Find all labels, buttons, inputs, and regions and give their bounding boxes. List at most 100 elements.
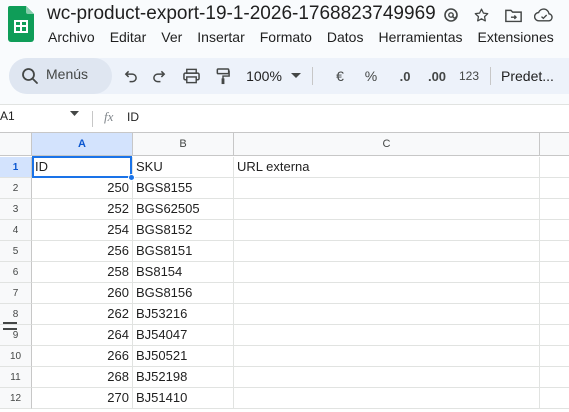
redo-icon[interactable] [148, 64, 170, 88]
cell-b[interactable]: BJ52198 [133, 367, 234, 388]
menu-insertar[interactable]: Insertar [197, 27, 244, 49]
cell-c[interactable] [234, 178, 540, 199]
sheets-window: wc-product-export-19-1-2026-176882374996… [0, 0, 569, 412]
cloud-status-icon[interactable] [533, 4, 555, 26]
row-header[interactable]: 12 [0, 388, 32, 409]
column-header-c[interactable]: C [234, 133, 540, 156]
decrease-decimals-button[interactable]: .0 [393, 64, 417, 88]
row-header[interactable]: 2 [0, 178, 32, 199]
cell-d[interactable] [540, 262, 569, 283]
cell-d[interactable] [540, 304, 569, 325]
row-header[interactable]: 5 [0, 241, 32, 262]
move-folder-icon[interactable] [502, 4, 524, 26]
cell-c[interactable] [234, 304, 540, 325]
cell-c[interactable] [234, 325, 540, 346]
cell-b[interactable]: BGS8155 [133, 178, 234, 199]
cell-b[interactable]: BGS8156 [133, 283, 234, 304]
menu-ver[interactable]: Ver [161, 27, 182, 49]
percent-format-button[interactable]: % [361, 64, 381, 88]
cell-b[interactable]: BJ54047 [133, 325, 234, 346]
increase-decimals-button[interactable]: .00 [424, 64, 450, 88]
cell-a[interactable]: ID [32, 157, 133, 178]
menu-herramientas[interactable]: Herramientas [378, 27, 462, 49]
name-box[interactable]: A1 [0, 109, 15, 123]
cell-d[interactable] [540, 367, 569, 388]
cell-d[interactable] [540, 178, 569, 199]
cell-c[interactable] [234, 199, 540, 220]
status-icon[interactable] [440, 4, 462, 26]
cell-a[interactable]: 270 [32, 388, 133, 409]
cell-a[interactable]: 264 [32, 325, 133, 346]
cell-c[interactable] [234, 346, 540, 367]
column-header-next[interactable] [540, 133, 569, 156]
star-icon[interactable] [470, 4, 492, 26]
cell-a[interactable]: 256 [32, 241, 133, 262]
name-box-dropdown-icon[interactable] [70, 111, 79, 117]
cell-c[interactable] [234, 388, 540, 409]
menu-search-label: Menús [46, 66, 89, 82]
cell-a[interactable]: 266 [32, 346, 133, 367]
document-title[interactable]: wc-product-export-19-1-2026-176882374996… [47, 3, 436, 25]
column-header-a[interactable]: A [32, 133, 133, 156]
cell-d[interactable] [540, 346, 569, 367]
cell-d[interactable] [540, 157, 569, 178]
cell-b[interactable]: BJ50521 [133, 346, 234, 367]
column-header-b[interactable]: B [133, 133, 234, 156]
search-icon [22, 68, 38, 84]
row-header[interactable]: 4 [0, 220, 32, 241]
cell-c[interactable]: URL externa [234, 157, 540, 178]
cell-d[interactable] [540, 283, 569, 304]
cell-a[interactable]: 252 [32, 199, 133, 220]
currency-format-button[interactable]: € [330, 64, 350, 88]
table-row: 11 268 BJ52198 [0, 367, 569, 388]
cell-d[interactable] [540, 220, 569, 241]
row-header[interactable]: 6 [0, 262, 32, 283]
sheets-logo-icon[interactable] [8, 6, 34, 42]
cell-d[interactable] [540, 199, 569, 220]
cell-b[interactable]: BS8154 [133, 262, 234, 283]
number-format-button[interactable]: 123 [458, 64, 480, 88]
fx-icon: fx [104, 109, 114, 124]
menu-extensiones[interactable]: Extensiones [477, 27, 553, 49]
row-header[interactable]: 7 [0, 283, 32, 304]
formula-input[interactable]: ID [127, 110, 139, 124]
cell-a[interactable]: 268 [32, 367, 133, 388]
cell-d[interactable] [540, 325, 569, 346]
zoom-value[interactable]: 100% [243, 64, 285, 88]
cell-b[interactable]: BGS8152 [133, 220, 234, 241]
cell-a[interactable]: 262 [32, 304, 133, 325]
cell-b[interactable]: BGS62505 [133, 199, 234, 220]
print-icon[interactable] [180, 64, 202, 88]
cell-a[interactable]: 254 [32, 220, 133, 241]
cell-c[interactable] [234, 262, 540, 283]
paint-format-icon[interactable] [212, 64, 234, 88]
menu-editar[interactable]: Editar [110, 27, 147, 49]
cell-c[interactable] [234, 220, 540, 241]
menu-formato[interactable]: Formato [260, 27, 312, 49]
menu-search-button[interactable]: Menús [9, 58, 112, 94]
cell-b[interactable]: SKU [133, 157, 234, 178]
cell-d[interactable] [540, 241, 569, 262]
cell-a[interactable]: 258 [32, 262, 133, 283]
menu-datos[interactable]: Datos [327, 27, 364, 49]
hidden-rows-icon[interactable] [3, 322, 17, 330]
row-header[interactable]: 1 [0, 157, 32, 178]
font-family-dropdown[interactable]: Predet... [501, 64, 567, 88]
cell-b[interactable]: BJ53216 [133, 304, 234, 325]
menu-archivo[interactable]: Archivo [48, 27, 95, 49]
row-header[interactable]: 11 [0, 367, 32, 388]
select-all-corner[interactable] [0, 133, 32, 156]
cell-a[interactable]: 260 [32, 283, 133, 304]
cell-a[interactable]: 250 [32, 178, 133, 199]
cell-b[interactable]: BGS8151 [133, 241, 234, 262]
cell-c[interactable] [234, 283, 540, 304]
cell-d[interactable] [540, 388, 569, 409]
cell-c[interactable] [234, 367, 540, 388]
row-header[interactable]: 10 [0, 346, 32, 367]
cell-b[interactable]: BJ51410 [133, 388, 234, 409]
cell-c[interactable] [234, 241, 540, 262]
row-header[interactable]: 3 [0, 199, 32, 220]
fill-handle[interactable] [128, 174, 135, 181]
undo-icon[interactable] [119, 64, 141, 88]
zoom-dropdown-icon[interactable] [289, 64, 303, 88]
